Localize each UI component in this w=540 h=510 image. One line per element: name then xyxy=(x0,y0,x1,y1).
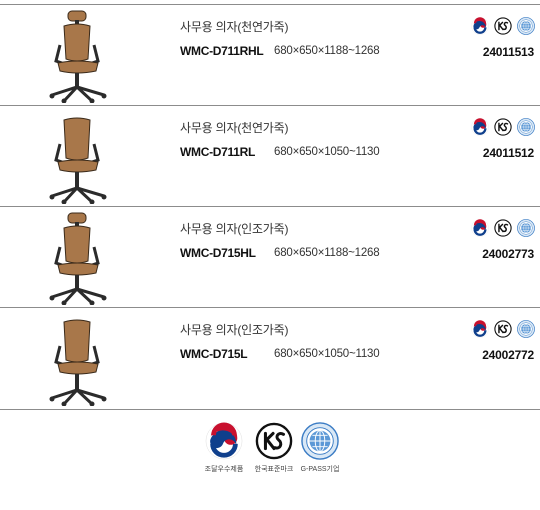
ks-mark-icon xyxy=(494,118,512,136)
model-number: WMC-D711RL xyxy=(180,145,256,159)
product-row: 사무용 의자(인조가죽) WMC-D715L 680×650×1050~1130… xyxy=(0,307,540,410)
product-code: 24002772 xyxy=(482,348,534,362)
cert-marks xyxy=(471,320,537,340)
office-chair-image xyxy=(38,110,118,204)
taegeuk-icon xyxy=(471,320,489,338)
gpass-icon xyxy=(517,118,535,136)
cert-marks xyxy=(471,17,537,37)
product-code: 24011512 xyxy=(482,146,534,160)
taegeuk-icon xyxy=(471,118,489,136)
ks-mark-icon xyxy=(494,219,512,237)
product-name: 사무용 의자(인조가죽) xyxy=(180,323,289,337)
model-number: WMC-D715HL xyxy=(180,246,256,260)
cert-marks xyxy=(471,219,537,239)
product-name: 사무용 의자(인조가죽) xyxy=(180,222,289,236)
taegeuk-icon xyxy=(471,219,489,237)
dimensions: 680×650×1188~1268 xyxy=(274,247,380,259)
dimensions: 680×650×1050~1130 xyxy=(274,146,380,158)
cert-marks xyxy=(471,118,537,138)
cert-legend: 조달우수제품 한국표준마크 G-PASS기업 xyxy=(195,422,355,482)
product-row: 사무용 의자(천연가죽) WMC-D711RHL 680×650×1188~12… xyxy=(0,4,540,106)
model-number: WMC-D711RHL xyxy=(180,44,264,58)
office-chair-image xyxy=(38,312,118,406)
product-row: 사무용 의자(인조가죽) WMC-D715HL 680×650×1188~126… xyxy=(0,206,540,308)
product-code: 24011513 xyxy=(482,45,534,59)
dimensions: 680×650×1050~1130 xyxy=(274,348,380,360)
product-code: 24002773 xyxy=(482,247,534,261)
office-chair-headrest-image xyxy=(38,211,118,305)
product-name: 사무용 의자(천연가죽) xyxy=(180,20,289,34)
taegeuk-icon xyxy=(471,17,489,35)
gpass-icon xyxy=(301,422,339,460)
gpass-icon xyxy=(517,17,535,35)
ks-mark-icon xyxy=(255,422,293,460)
ks-mark-icon xyxy=(494,17,512,35)
office-chair-headrest-image xyxy=(38,9,118,103)
taegeuk-icon xyxy=(205,422,243,460)
model-number: WMC-D715L xyxy=(180,347,248,361)
dimensions: 680×650×1188~1268 xyxy=(274,45,380,57)
legend-label: G-PASS기업 xyxy=(300,466,340,473)
gpass-icon xyxy=(517,320,535,338)
product-row: 사무용 의자(천연가죽) WMC-D711RL 680×650×1050~113… xyxy=(0,105,540,207)
gpass-icon xyxy=(517,219,535,237)
product-name: 사무용 의자(천연가죽) xyxy=(180,121,289,135)
ks-mark-icon xyxy=(494,320,512,338)
